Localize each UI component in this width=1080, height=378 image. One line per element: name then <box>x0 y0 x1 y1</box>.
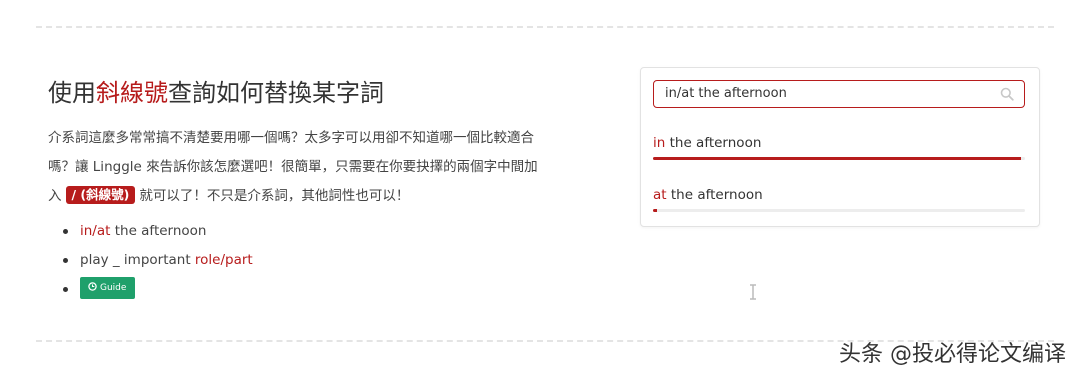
example-text: play _ important <box>80 252 195 268</box>
feature-section: 使用斜線號查詢如何替換某字詞 介系詞這麼多常常搞不清楚要用哪一個嗎？太多字可以用… <box>48 76 548 304</box>
search-box[interactable] <box>653 80 1025 108</box>
clock-icon <box>88 282 97 291</box>
result-word: in <box>653 135 666 151</box>
example-item-in-at[interactable]: in/at the afternoon <box>62 217 548 246</box>
title-highlight: 斜線號 <box>96 79 168 107</box>
result-rest: the afternoon <box>665 135 762 151</box>
text-cursor-icon <box>750 284 756 300</box>
example-text: the afternoon <box>110 223 207 239</box>
result-rest: the afternoon <box>666 187 763 203</box>
demo-panel: in the afternoon at the afternoon <box>640 67 1040 227</box>
watermark: 头条 @投必得论文编译 <box>839 342 1066 367</box>
example-item-role-part[interactable]: play _ important role/part <box>62 246 548 275</box>
result-row[interactable]: at the afternoon <box>653 186 1025 212</box>
result-bar-fill <box>653 209 657 212</box>
title-prefix: 使用 <box>48 79 96 107</box>
result-phrase: in the afternoon <box>653 134 1025 152</box>
example-highlight: in/at <box>80 223 111 239</box>
example-item-guide: Guide <box>62 275 548 304</box>
result-word: at <box>653 187 667 203</box>
slash-badge: / (斜線號) <box>65 186 136 204</box>
title-suffix: 查詢如何替換某字詞 <box>168 79 384 107</box>
description-text-end: 就可以了！不只是介系詞，其他詞性也可以！ <box>139 188 410 204</box>
search-icon[interactable] <box>1000 87 1014 101</box>
guide-button[interactable]: Guide <box>80 277 136 299</box>
top-divider <box>36 26 1054 28</box>
guide-button-label: Guide <box>100 283 127 293</box>
example-list: in/at the afternoon play _ important rol… <box>48 217 548 304</box>
result-bar-fill <box>653 157 1022 160</box>
result-frequency-bar <box>653 209 1025 212</box>
example-highlight: role/part <box>194 252 253 268</box>
result-row[interactable]: in the afternoon <box>653 134 1025 160</box>
result-phrase: at the afternoon <box>653 186 1025 204</box>
section-description: 介系詞這麼多常常搞不清楚要用哪一個嗎？太多字可以用卻不知道哪一個比較適合嗎？讓 … <box>48 124 548 211</box>
search-input[interactable] <box>654 81 995 106</box>
section-title: 使用斜線號查詢如何替換某字詞 <box>48 76 548 110</box>
result-frequency-bar <box>653 157 1025 160</box>
